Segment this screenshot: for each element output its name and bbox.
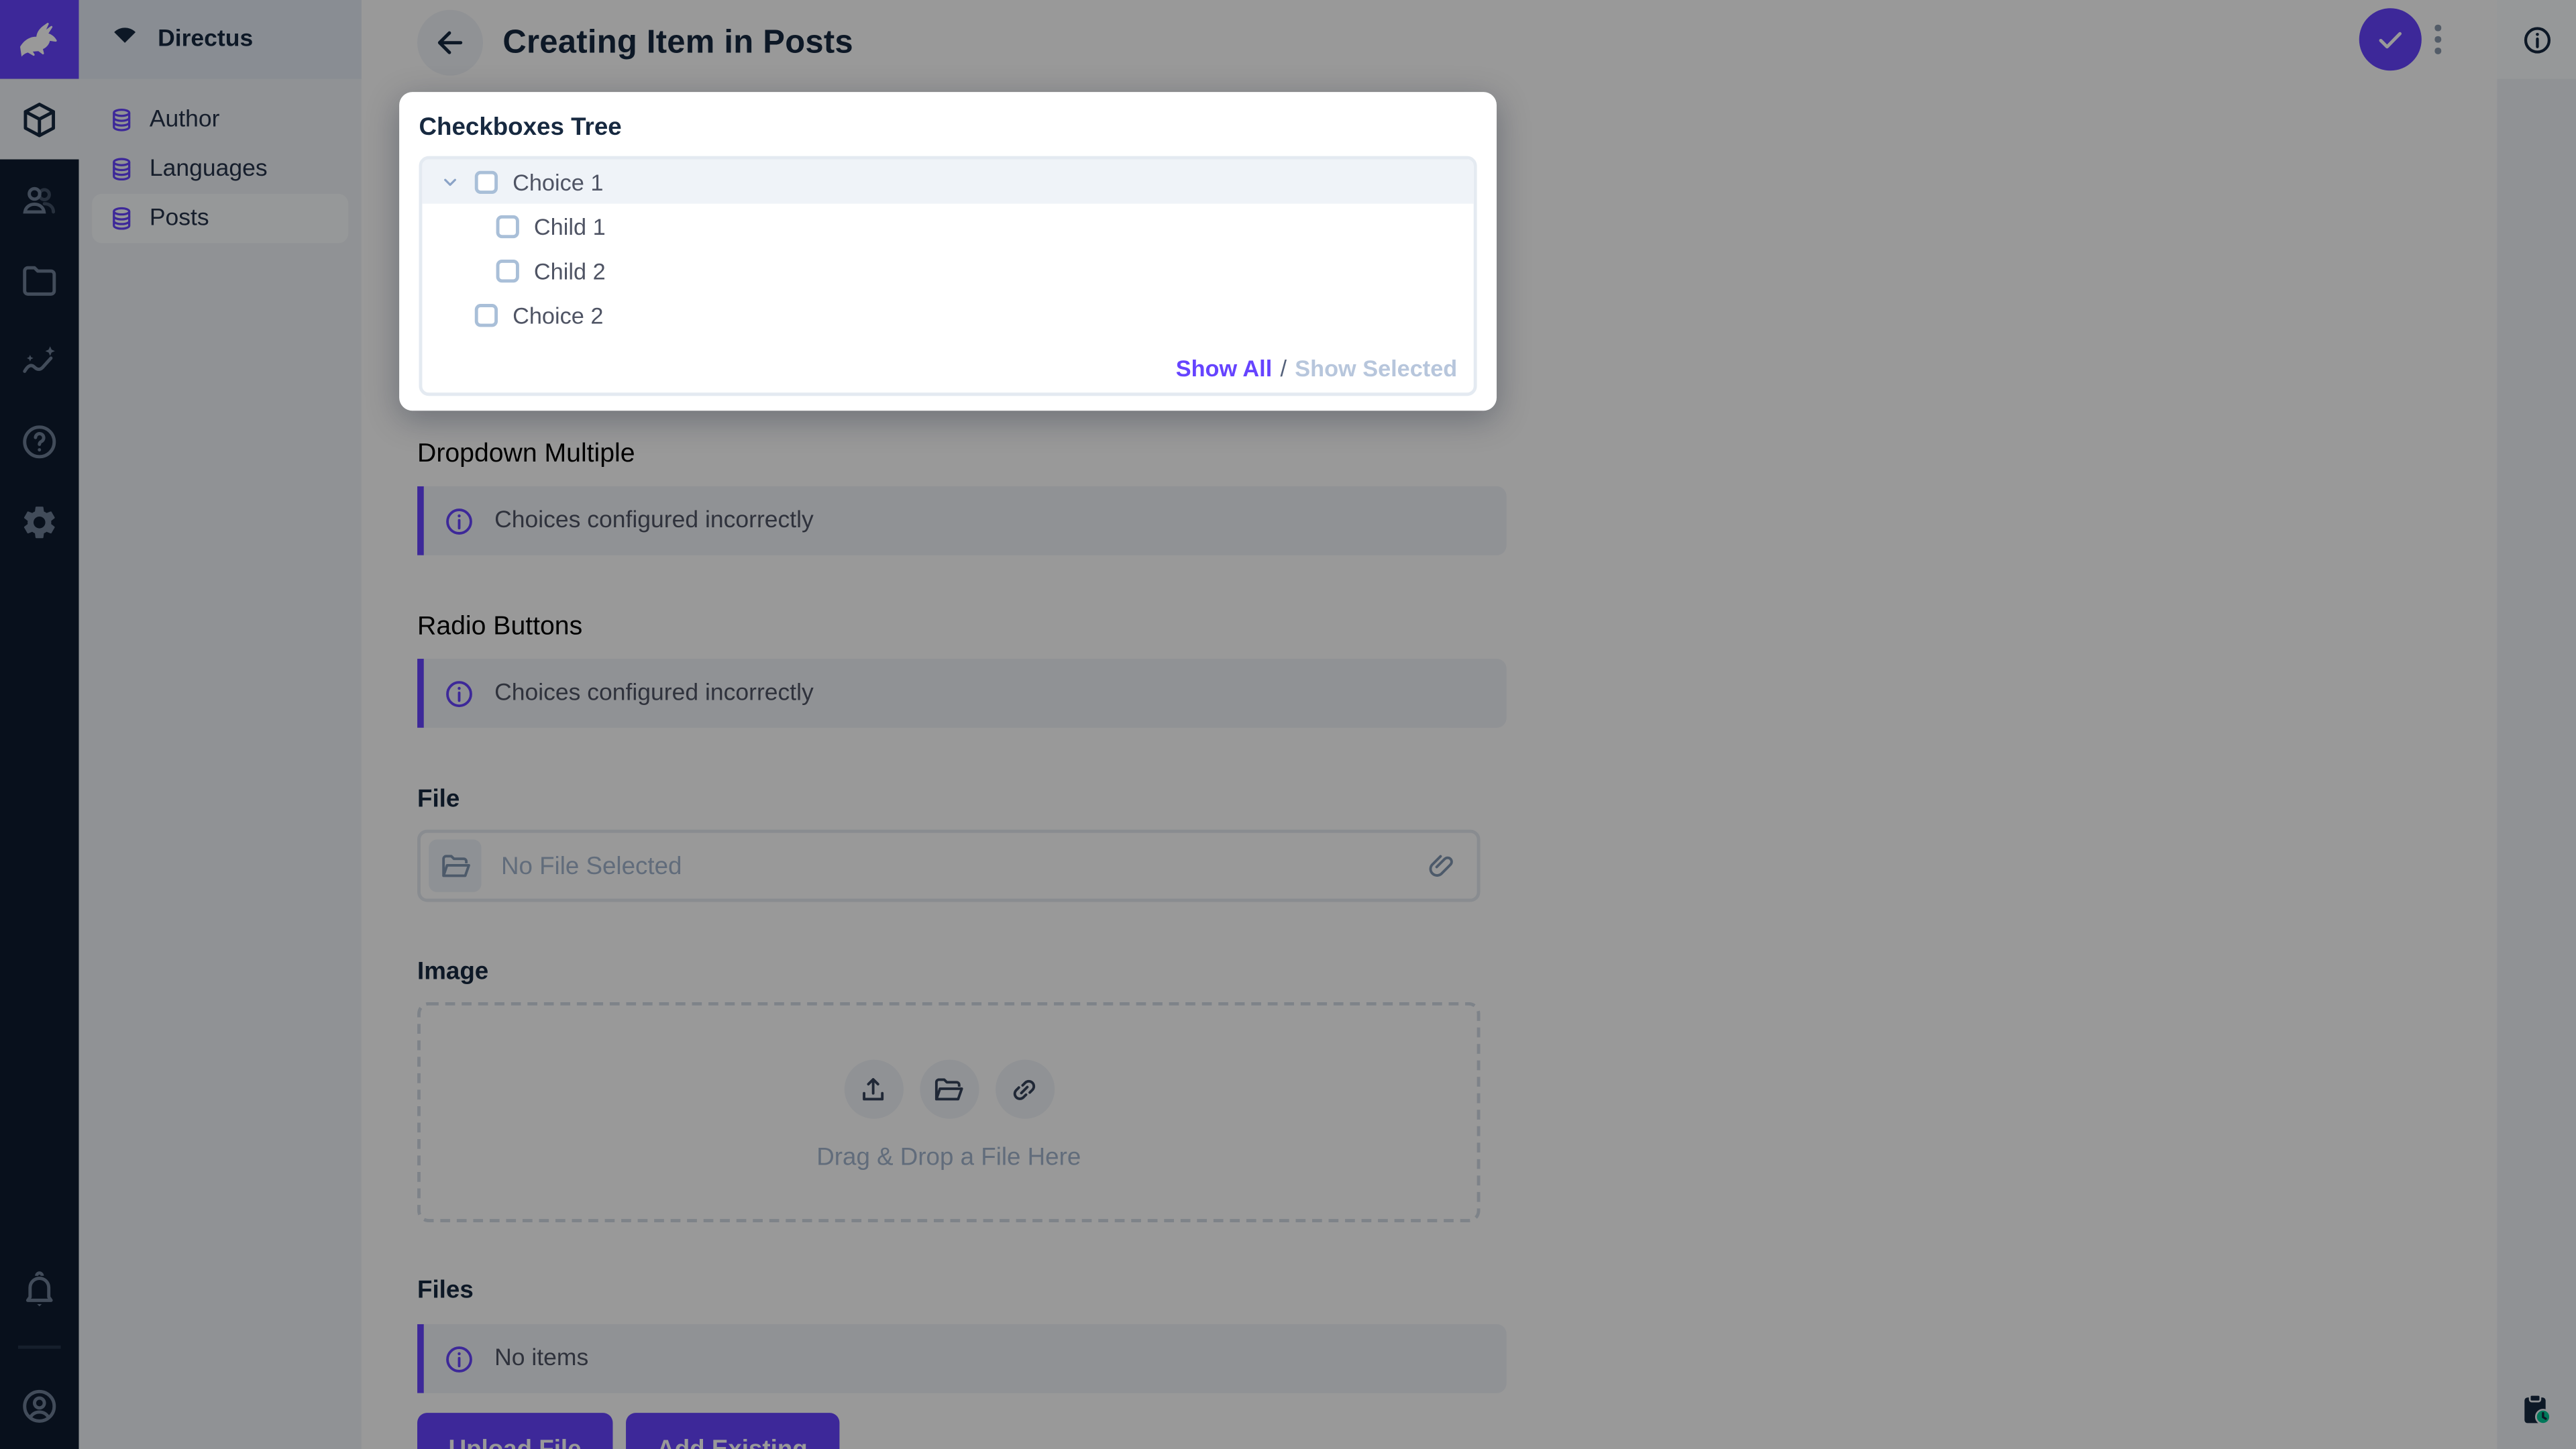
links-separator: /	[1280, 355, 1287, 381]
show-selected-link[interactable]: Show Selected	[1295, 355, 1457, 381]
tree-row-child-2[interactable]: Child 2	[422, 248, 1473, 292]
chevron-down-icon[interactable]	[440, 172, 460, 191]
tree-item-label: Child 2	[534, 257, 606, 283]
tree-row-child-1[interactable]: Child 1	[422, 204, 1473, 248]
checkbox[interactable]	[475, 170, 498, 193]
show-all-link[interactable]: Show All	[1176, 355, 1272, 381]
checkboxes-tree-popup: Checkboxes Tree Choice 1 Child 1 Child 2	[399, 92, 1497, 411]
tree-item-label: Choice 2	[513, 301, 603, 327]
tree-row-choice-2[interactable]: Choice 2	[422, 292, 1473, 337]
checkbox[interactable]	[496, 215, 519, 237]
checkbox[interactable]	[496, 259, 519, 282]
popup-title: Checkboxes Tree	[399, 92, 1497, 156]
tree-footer-links: Show All / Show Selected	[1176, 355, 1458, 381]
tree-row-choice-1[interactable]: Choice 1	[422, 160, 1473, 204]
directus-app: Directus Author	[0, 0, 2576, 1449]
checkboxes-tree: Choice 1 Child 1 Child 2 Choice 2 Show A…	[419, 156, 1477, 396]
tree-item-label: Child 1	[534, 213, 606, 239]
checkbox[interactable]	[475, 303, 498, 326]
tree-item-label: Choice 1	[513, 168, 603, 195]
